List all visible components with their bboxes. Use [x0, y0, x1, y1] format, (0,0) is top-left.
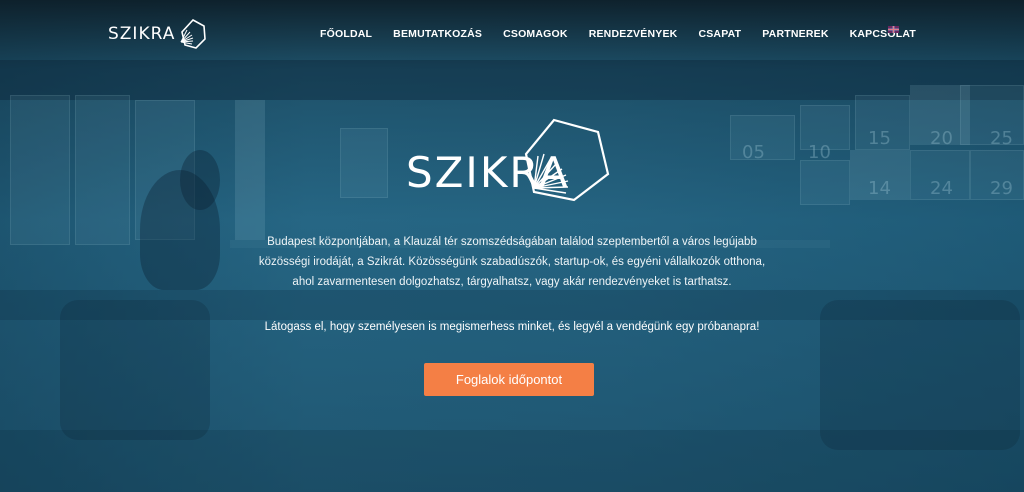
nav-item-fooldal[interactable]: FŐOLDAL: [320, 28, 372, 40]
nav-item-kapcsolat[interactable]: KAPCSOLAT: [850, 28, 916, 40]
intro-line-1: Budapest központjában, a Klauzál tér szo…: [267, 236, 757, 248]
nav-item-partnerek[interactable]: PARTNEREK: [762, 28, 828, 40]
main-nav: FŐOLDAL BEMUTATKOZÁS CSOMAGOK RENDEZVÉNY…: [320, 28, 937, 40]
brand-name: SZIKRA: [108, 24, 176, 44]
hero-invite-text: Látogass el, hogy személyesen is megisme…: [264, 321, 760, 333]
intro-line-3: ahol zavarmentesen dolgozhatsz, tárgyalh…: [292, 276, 732, 288]
hero-intro-text: Budapest központjában, a Klauzál tér szo…: [230, 232, 794, 292]
navbar: SZIKRA FŐOLDAL BEMUTATKOZÁS CSOMAGOK REN…: [0, 0, 1024, 68]
brand-logo-link[interactable]: SZIKRA: [108, 17, 207, 51]
uk-flag-icon[interactable]: [888, 26, 899, 33]
nav-item-csapat[interactable]: CSAPAT: [698, 28, 741, 40]
nav-item-bemutatkozas[interactable]: BEMUTATKOZÁS: [393, 28, 482, 40]
book-appointment-button[interactable]: Foglalok időpontot: [424, 363, 594, 396]
spark-hexagon-icon: [524, 118, 610, 202]
spark-hexagon-icon: [180, 18, 207, 49]
intro-line-2: közösségi irodáját, a Szikrát. Közösségü…: [258, 256, 766, 268]
hero-logo: SZIKRA: [406, 118, 616, 204]
nav-item-rendezvenyek[interactable]: RENDEZVÉNYEK: [589, 28, 678, 40]
nav-item-csomagok[interactable]: CSOMAGOK: [503, 28, 568, 40]
